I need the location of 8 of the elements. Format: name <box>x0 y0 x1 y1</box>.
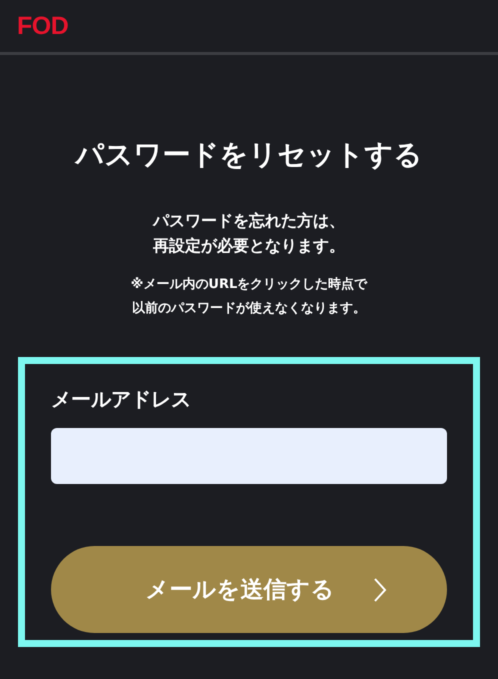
logo[interactable]: FOD <box>17 12 68 40</box>
note-text: ※メール内のURLをクリックした時点で 以前のパスワードが使えなくなります。 <box>130 276 368 318</box>
page-title: パスワードをリセットする <box>76 137 422 173</box>
email-field[interactable] <box>51 428 447 484</box>
description-text: パスワードを忘れた方は、 再設定が必要となります。 <box>153 210 345 257</box>
email-label: メールアドレス <box>51 386 192 413</box>
chevron-right-icon <box>372 576 386 602</box>
send-button[interactable]: メールを送信する <box>51 546 447 633</box>
